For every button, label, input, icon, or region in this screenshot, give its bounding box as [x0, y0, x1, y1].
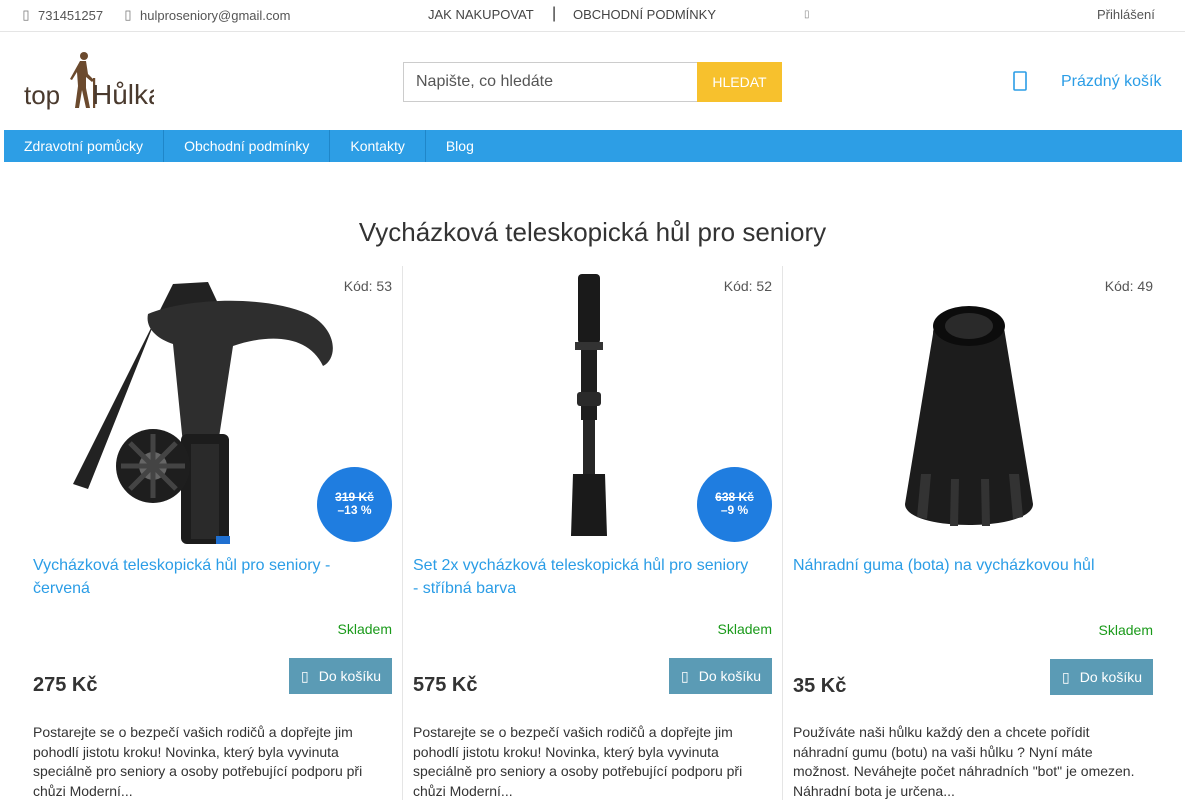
nav-item-terms[interactable]: Obchodní podmínky	[164, 130, 331, 162]
discount-percent: –13 %	[337, 503, 372, 517]
how-to-buy-link[interactable]: JAK NAKUPOVAT	[428, 7, 534, 22]
product-title-link[interactable]: Set 2x vycházková teleskopická hůl pro s…	[413, 554, 753, 600]
topbar-separator: |	[552, 5, 557, 22]
search-button[interactable]: HLEDAT	[697, 62, 782, 102]
cart-icon: ▯	[301, 667, 309, 684]
product-description: Používáte naši hůlku každý den a chcete …	[793, 724, 1135, 799]
main-navigation: Zdravotní pomůcky Obchodní podmínky Kont…	[4, 130, 1182, 162]
email-icon: ▯	[124, 7, 132, 22]
email-contact[interactable]: ▯ hulproseniory@gmail.com	[124, 7, 290, 23]
add-to-cart-label: Do košíku	[1079, 669, 1142, 685]
site-logo[interactable]: top Hůlka	[24, 50, 164, 112]
add-to-cart-label: Do košíku	[318, 668, 381, 684]
discount-badge: 319 Kč –13 %	[317, 467, 392, 542]
search-input[interactable]	[403, 62, 697, 102]
email-address[interactable]: hulproseniory@gmail.com	[140, 8, 290, 23]
product-price: 575 Kč	[413, 674, 478, 696]
cart-icon[interactable]	[1013, 70, 1027, 98]
phone-icon: ▯	[22, 7, 30, 22]
language-icon[interactable]: ▯	[804, 9, 810, 20]
phone-contact[interactable]: ▯ 731451257	[22, 7, 103, 23]
product-description: Postarejte se o bezpečí vašich rodičů a …	[33, 724, 363, 799]
discount-percent: –9 %	[720, 503, 749, 517]
top-bar: ▯ 731451257 ▯ hulproseniory@gmail.com JA…	[0, 0, 1185, 32]
cart-icon: ▯	[681, 667, 689, 684]
logo-text-main: Hůlka	[92, 79, 154, 110]
login-link[interactable]: Přihlášení	[1097, 7, 1155, 22]
stock-status: Skladem	[337, 621, 392, 637]
nav-item-contacts[interactable]: Kontakty	[330, 130, 426, 162]
terms-link[interactable]: OBCHODNÍ PODMÍNKY	[573, 7, 716, 22]
product-image[interactable]	[793, 274, 1153, 546]
product-title-link[interactable]: Vycházková teleskopická hůl pro seniory …	[33, 554, 373, 600]
cart-icon: ▯	[1062, 668, 1070, 685]
product-price: 275 Kč	[33, 674, 98, 696]
stock-status: Skladem	[717, 621, 772, 637]
product-card: Kód: 52 638 Kč –9 % Set 2x vycházková te…	[403, 266, 783, 800]
product-card: Kód: 53 319 Kč –13 % Vycházková teleskop…	[23, 266, 403, 800]
nav-item-blog[interactable]: Blog	[426, 130, 494, 162]
search-form: HLEDAT	[403, 62, 782, 102]
product-title-link[interactable]: Náhradní guma (bota) na vycházkovou hůl	[793, 554, 1133, 577]
stock-status: Skladem	[1098, 622, 1153, 638]
page-title: Vycházková teleskopická hůl pro seniory	[358, 217, 827, 247]
product-price: 35 Kč	[793, 675, 847, 697]
add-to-cart-button[interactable]: ▯ Do košíku	[289, 658, 392, 694]
discount-badge: 638 Kč –9 %	[697, 467, 772, 542]
nav-item-health-aids[interactable]: Zdravotní pomůcky	[4, 130, 165, 162]
add-to-cart-button[interactable]: ▯ Do košíku	[669, 658, 772, 694]
product-list: Kód: 53 319 Kč –13 % Vycházková teleskop…	[23, 266, 1163, 800]
cart-label[interactable]: Prázdný košík	[1061, 73, 1161, 91]
logo-text-top: top	[24, 80, 60, 110]
add-to-cart-button[interactable]: ▯ Do košíku	[1050, 659, 1153, 695]
product-card: Kód: 49 Náhradní guma (bota) na vycházko…	[783, 266, 1163, 800]
add-to-cart-label: Do košíku	[698, 668, 761, 684]
phone-number[interactable]: 731451257	[38, 8, 103, 23]
product-description: Postarejte se o bezpečí vašich rodičů a …	[413, 724, 743, 799]
